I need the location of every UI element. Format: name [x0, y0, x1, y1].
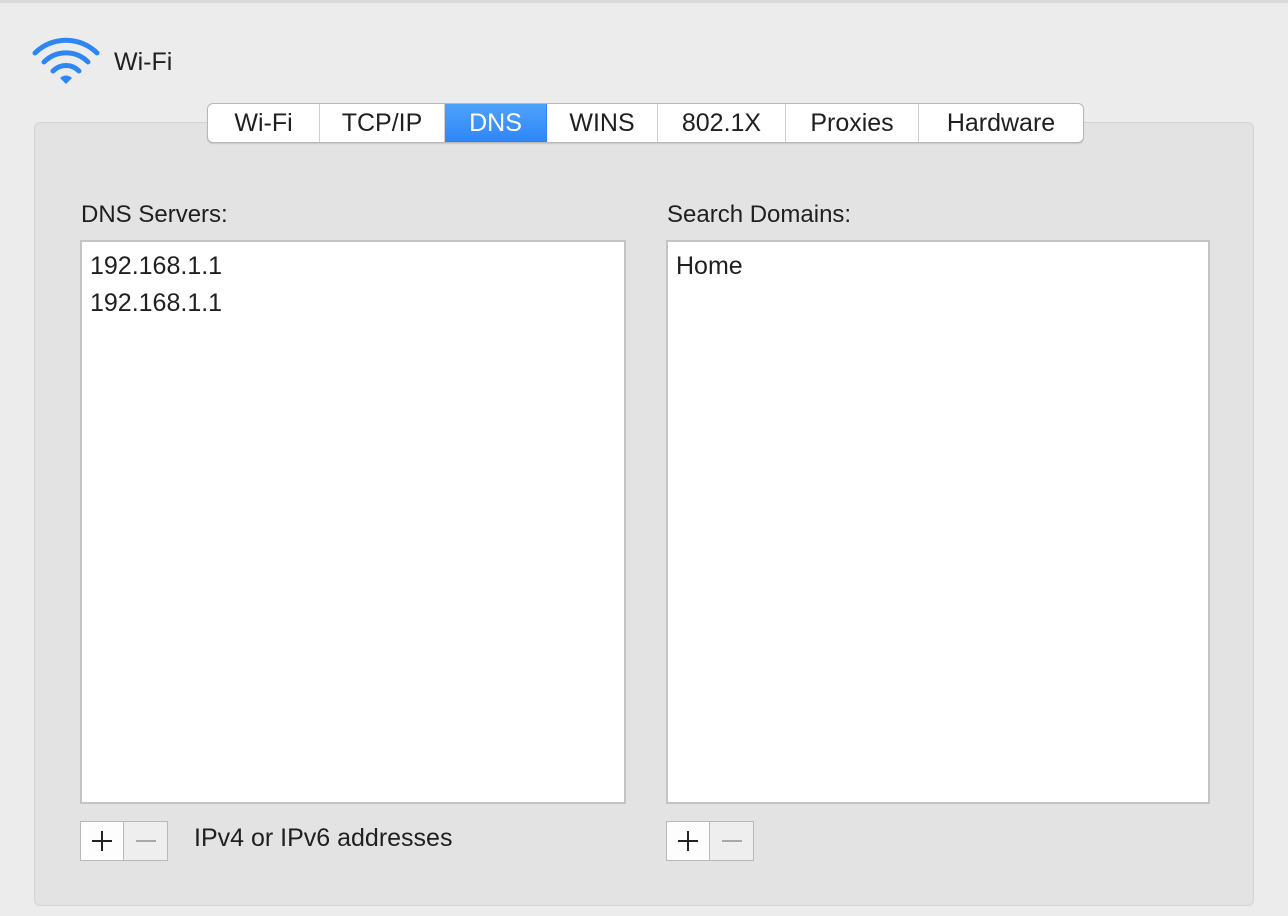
plus-icon — [678, 831, 698, 851]
window-top-edge — [0, 0, 1288, 3]
remove-search-domain-button[interactable] — [710, 821, 754, 861]
tab-dns[interactable]: DNS — [445, 104, 547, 142]
list-item[interactable]: 192.168.1.1 — [82, 285, 624, 322]
tab-bar: Wi-Fi TCP/IP DNS WINS 802.1X Proxies Har… — [207, 103, 1084, 143]
search-domains-label: Search Domains: — [667, 201, 852, 228]
add-dns-server-button[interactable] — [80, 821, 124, 861]
tab-proxies[interactable]: Proxies — [786, 104, 919, 142]
list-item[interactable]: Home — [668, 248, 1208, 285]
plus-icon — [92, 831, 112, 851]
tab-hardware[interactable]: Hardware — [919, 104, 1083, 142]
dns-hint-text: IPv4 or IPv6 addresses — [194, 824, 453, 852]
add-search-domain-button[interactable] — [666, 821, 710, 861]
dns-servers-list[interactable]: 192.168.1.1 192.168.1.1 — [80, 240, 626, 804]
service-header: Wi-Fi — [32, 36, 172, 88]
minus-icon — [721, 840, 742, 842]
list-item[interactable]: 192.168.1.1 — [82, 248, 624, 285]
minus-icon — [135, 840, 156, 842]
search-domains-list[interactable]: Home — [666, 240, 1210, 804]
dns-servers-buttons — [80, 821, 168, 861]
tab-8021x[interactable]: 802.1X — [658, 104, 786, 142]
service-title: Wi-Fi — [114, 47, 173, 76]
wifi-icon — [32, 37, 100, 84]
tab-wins[interactable]: WINS — [547, 104, 658, 142]
tab-wifi[interactable]: Wi-Fi — [208, 104, 320, 142]
tab-tcpip[interactable]: TCP/IP — [320, 104, 445, 142]
search-domains-buttons — [666, 821, 754, 861]
dns-servers-label: DNS Servers: — [81, 201, 228, 228]
remove-dns-server-button[interactable] — [124, 821, 168, 861]
